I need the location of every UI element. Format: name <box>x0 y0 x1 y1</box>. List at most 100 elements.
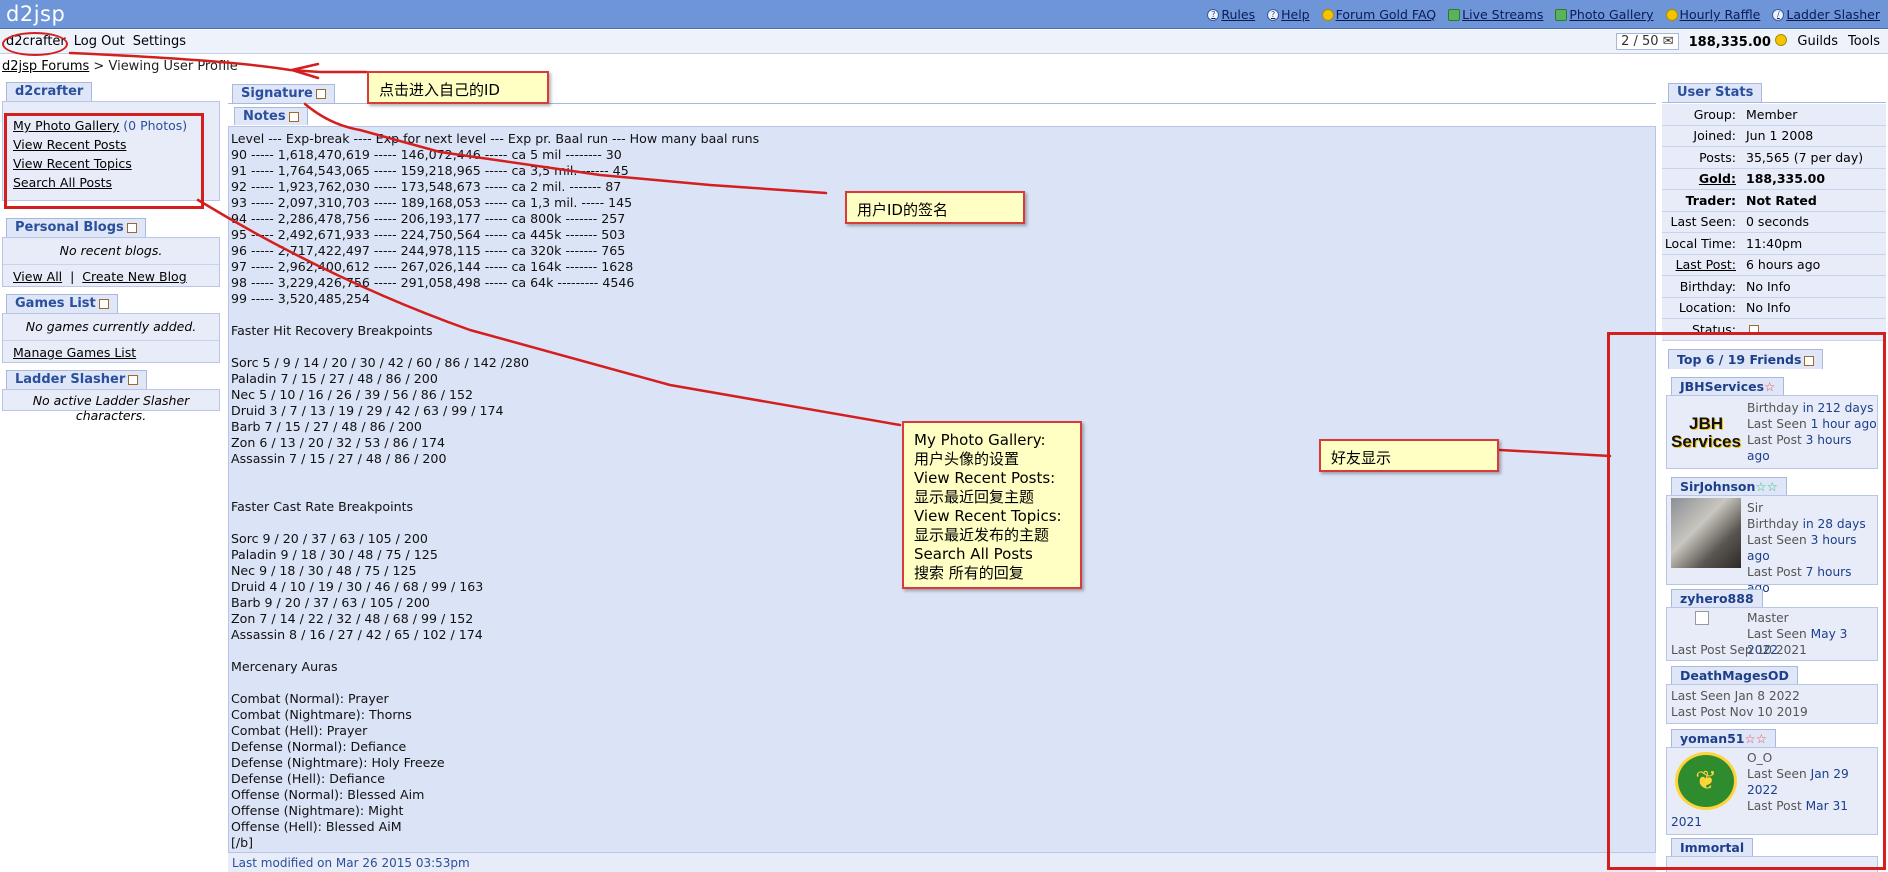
no-games-text: No games currently added. <box>25 319 197 334</box>
manage-games-link[interactable]: Manage Games List <box>13 345 136 360</box>
sword-icon: / <box>1772 8 1785 21</box>
annotation-menu-line: 搜索 所有的回复 <box>914 564 1024 582</box>
signature-line: 99 ----- 3,520,485,254 <box>231 291 370 306</box>
breadcrumb: d2jsp Forums > Viewing User Profile <box>2 59 238 74</box>
stats-row: Joined: Jun 1 2008 <box>1662 125 1886 147</box>
stats-key: Last Seen: <box>1670 214 1736 230</box>
signature-line: Zon 7 / 14 / 22 / 32 / 48 / 68 / 99 / 15… <box>231 611 474 626</box>
stats-row: Posts: 35,565 (7 per day) <box>1662 147 1886 169</box>
stats-value: 11:40pm <box>1746 235 1803 251</box>
signature-line: Defense (Nightmare): Holy Freeze <box>231 755 445 770</box>
breadcrumb-root-link[interactable]: d2jsp Forums <box>2 59 89 74</box>
stats-key: Location: <box>1678 300 1736 316</box>
stats-key: Joined: <box>1693 128 1736 144</box>
annotation-box-friends <box>1607 332 1886 870</box>
stats-key[interactable]: Gold: <box>1662 171 1742 186</box>
stats-key: Birthday: <box>1679 278 1736 294</box>
arrowhead-username <box>290 62 320 80</box>
create-new-blog-link[interactable]: Create New Blog <box>82 269 186 284</box>
signature-line <box>231 307 1653 323</box>
gold-balance[interactable]: 188,335.00 <box>1689 33 1788 50</box>
ladder-slasher-link[interactable]: / Ladder Slasher <box>1772 7 1880 22</box>
games-list-panel: No games currently added. Manage Games L… <box>2 313 220 363</box>
edit-icon[interactable] <box>98 298 109 309</box>
last-modified: Last modified on Mar 26 2015 03:53pm <box>228 852 1656 872</box>
signature-line: 97 ----- 2,962,400,612 ----- 267,026,144… <box>231 259 634 274</box>
edit-icon[interactable] <box>126 222 137 233</box>
stats-value: Jun 1 2008 <box>1746 128 1814 144</box>
annotation-menu-line: View Recent Topics: <box>914 507 1062 525</box>
annotation-menu-line: 显示最近发布的主题 <box>914 526 1050 544</box>
stats-row: Gold: 188,335.00 <box>1662 168 1886 190</box>
stats-value: Member <box>1746 106 1798 122</box>
live-streams-link[interactable]: Live Streams <box>1448 7 1543 22</box>
ladder-slasher-panel: No active Ladder Slasher characters. <box>2 389 220 423</box>
signature-line: [/b] <box>231 835 254 850</box>
top-bar: d2jsp ? Rules ? Help Forum Gold FAQ Live S… <box>0 0 1888 29</box>
annotation-circle-username <box>2 32 68 56</box>
annotation-menu-line: View Recent Posts: <box>914 469 1056 487</box>
games-list-tab[interactable]: Games List <box>6 294 118 313</box>
signature-line: Defense (Normal): Defiance <box>231 739 407 754</box>
stats-value: 0 seconds <box>1746 214 1810 230</box>
stats-key: Posts: <box>1699 149 1736 165</box>
signature-line: 96 ----- 2,717,422,497 ----- 244,978,115… <box>231 243 626 258</box>
site-logo[interactable]: d2jsp <box>6 2 65 26</box>
signature-line: Level --- Exp-break ---- Exp for next le… <box>231 131 760 146</box>
edit-icon[interactable] <box>288 111 299 122</box>
pm-counter[interactable]: 2 / 50 ✉ <box>1616 33 1679 50</box>
hourly-raffle-link[interactable]: Hourly Raffle <box>1665 7 1760 22</box>
signature-line: Mercenary Auras <box>231 659 338 674</box>
notes-tab[interactable]: Notes <box>234 107 308 125</box>
gold-coin-icon <box>1775 33 1788 46</box>
signature-line: Sorc 5 / 9 / 14 / 20 / 30 / 42 / 60 / 86… <box>231 355 530 370</box>
raffle-icon <box>1665 8 1678 21</box>
signature-line: Combat (Nightmare): Thorns <box>231 707 412 722</box>
signature-line: Faster Hit Recovery Breakpoints <box>231 323 433 338</box>
signature-line: Offense (Nightmare): Might <box>231 803 404 818</box>
signature-line: Offense (Normal): Blessed Aim <box>231 787 425 802</box>
ladder-slasher-tab[interactable]: Ladder Slasher <box>6 370 148 389</box>
signature-line: 95 ----- 2,492,671,933 ----- 224,750,564… <box>231 227 626 242</box>
signature-line: 98 ----- 3,229,426,756 ----- 291,058,498… <box>231 275 635 290</box>
rules-link[interactable]: ? Rules <box>1207 7 1255 22</box>
stream-icon <box>1448 8 1461 21</box>
help-link[interactable]: ? Help <box>1267 7 1310 22</box>
stats-value: 6 hours ago <box>1746 257 1821 273</box>
tools-link[interactable]: Tools <box>1848 34 1880 49</box>
stats-row: Group: Member <box>1662 104 1886 126</box>
signature-line <box>231 675 1653 691</box>
photo-icon <box>1555 8 1568 21</box>
photo-gallery-link[interactable]: Photo Gallery <box>1555 7 1654 22</box>
user-stats-panel: Group: Member Joined: Jun 1 2008 Posts: 35,56… <box>1662 104 1886 341</box>
personal-blogs-tab[interactable]: Personal Blogs <box>6 218 146 237</box>
signature-line <box>231 643 1653 659</box>
stats-key[interactable]: Last Post: <box>1662 257 1742 272</box>
signature-line: Nec 5 / 10 / 16 / 26 / 39 / 56 / 86 / 15… <box>231 387 474 402</box>
gold-coin-icon <box>1321 8 1334 21</box>
signature-tab[interactable]: Signature <box>232 84 335 103</box>
view-all-blogs-link[interactable]: View All <box>13 269 62 284</box>
edit-icon[interactable] <box>315 88 326 99</box>
forum-gold-faq-link[interactable]: Forum Gold FAQ <box>1321 7 1436 22</box>
envelope-icon: ✉ <box>1662 34 1674 49</box>
stats-row: Local Time: 11:40pm <box>1662 233 1886 255</box>
stats-value: No Info <box>1746 278 1791 294</box>
stats-row: Last Seen: 0 seconds <box>1662 211 1886 233</box>
annotation-enter-id: 点击进入自己的ID <box>367 71 549 104</box>
stats-row: Birthday: No Info <box>1662 276 1886 298</box>
signature-line: Druid 3 / 7 / 13 / 19 / 29 / 42 / 63 / 9… <box>231 403 504 418</box>
annotation-menu-line: My Photo Gallery: <box>914 431 1046 449</box>
signature-line: Paladin 7 / 15 / 27 / 48 / 86 / 200 <box>231 371 438 386</box>
signature-line: Barb 9 / 20 / 37 / 63 / 105 / 200 <box>231 595 430 610</box>
logout-link[interactable]: Log Out <box>74 34 125 49</box>
stats-row: Last Post: 6 hours ago <box>1662 254 1886 276</box>
no-ladder-text: No active Ladder Slasher characters. <box>32 393 190 423</box>
user-stats-tab[interactable]: User Stats <box>1668 83 1763 102</box>
settings-link[interactable]: Settings <box>133 34 186 49</box>
annotation-signature: 用户ID的签名 <box>845 191 1025 224</box>
signature-line: 91 ----- 1,764,543,065 ----- 159,218,965… <box>231 163 629 178</box>
user-tab[interactable]: d2crafter <box>6 82 93 101</box>
guilds-link[interactable]: Guilds <box>1797 34 1838 49</box>
edit-icon[interactable] <box>128 374 139 385</box>
